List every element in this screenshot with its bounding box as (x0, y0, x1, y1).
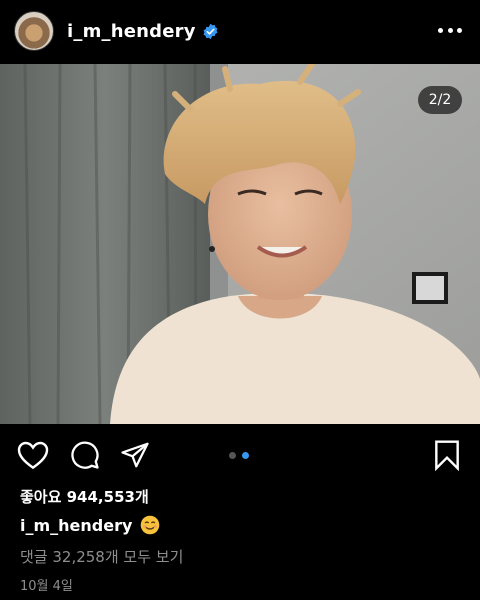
profile-avatar[interactable] (14, 11, 54, 51)
image-counter: 2/2 (418, 86, 462, 114)
carousel-indicator (229, 452, 249, 459)
post-date: 10월 4일 (20, 579, 73, 594)
caption: i_m_hendery (20, 515, 160, 535)
post-header: i_m_hendery (0, 0, 480, 62)
bookmark-icon[interactable] (430, 438, 464, 472)
heart-icon[interactable] (16, 438, 50, 472)
caption-username[interactable]: i_m_hendery (20, 516, 132, 535)
smiling-face-emoji-icon (140, 515, 160, 535)
verified-badge-icon (202, 23, 219, 40)
more-options-icon[interactable] (438, 20, 462, 40)
like-count[interactable]: 좋아요 944,553개 (20, 486, 149, 507)
carousel-dot-active (242, 452, 249, 459)
comment-icon[interactable] (68, 438, 102, 472)
share-icon[interactable] (118, 438, 152, 472)
carousel-dot (229, 452, 236, 459)
post-username[interactable]: i_m_hendery (67, 21, 196, 42)
action-bar (0, 436, 480, 476)
selfie-image (0, 64, 480, 424)
view-all-comments-link[interactable]: 댓글 32,258개 모두 보기 (20, 546, 183, 567)
post-photo[interactable]: 2/2 (0, 64, 480, 424)
